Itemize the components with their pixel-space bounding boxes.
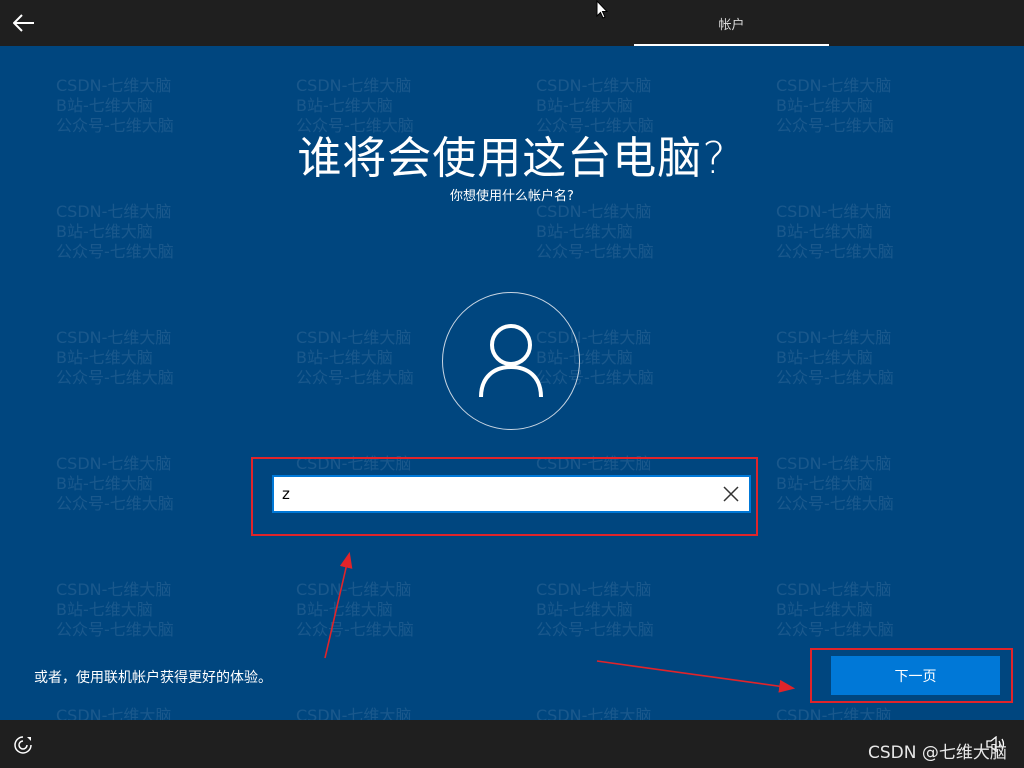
watermark: CSDN-七维大脑B站-七维大脑公众号-七维大脑 [296,580,414,639]
watermark: CSDN-七维大脑B站-七维大脑公众号-七维大脑 [56,328,174,387]
arrow-to-input [324,551,353,659]
tab-account: 帐户 [634,0,829,46]
online-account-link[interactable]: 或者，使用联机帐户获得更好的体验。 [34,667,272,687]
tab-account-label: 帐户 [718,17,745,33]
watermark: CSDN-七维大脑B站-七维大脑公众号-七维大脑 [776,454,894,513]
name-input-container [272,475,751,513]
back-button[interactable] [10,9,38,37]
page-subtitle: 你想使用什么帐户名? [450,189,574,204]
next-button[interactable]: 下一页 [831,656,1000,695]
top-bar: 帐户 [0,0,1024,46]
csdn-watermark: CSDN @七维大脑 [868,743,1007,763]
ease-of-access-button[interactable] [12,734,34,756]
oobe-screen: 帐户 CSDN-七维大脑 B站-七维大脑 公众号-七维大脑 CSDN-七维大脑 B站-… [0,0,1024,768]
watermark: CSDN-七维大脑B站-七维大脑公众号-七维大脑 [536,580,654,639]
next-button-label: 下一页 [894,667,937,684]
mouse-cursor-icon [596,0,608,19]
user-icon [479,324,543,398]
account-name-input[interactable] [282,477,712,511]
avatar [442,292,580,430]
tab-underline [634,44,829,46]
watermark: CSDN-七维大脑B站-七维大脑公众号-七维大脑 [56,454,174,513]
arrow-to-next [596,660,796,693]
watermark: CSDN-七维大脑B站-七维大脑公众号-七维大脑 [56,580,174,639]
page-title: 谁将会使用这台电脑? [297,133,727,184]
ease-of-access-icon [14,736,32,754]
watermark: CSDN-七维大脑B站-七维大脑公众号-七维大脑 [776,328,894,387]
clear-button[interactable] [721,484,741,504]
watermark: CSDN-七维大脑B站-七维大脑公众号-七维大脑 [296,328,414,387]
close-icon [723,486,739,502]
arrow-left-icon [13,14,34,32]
